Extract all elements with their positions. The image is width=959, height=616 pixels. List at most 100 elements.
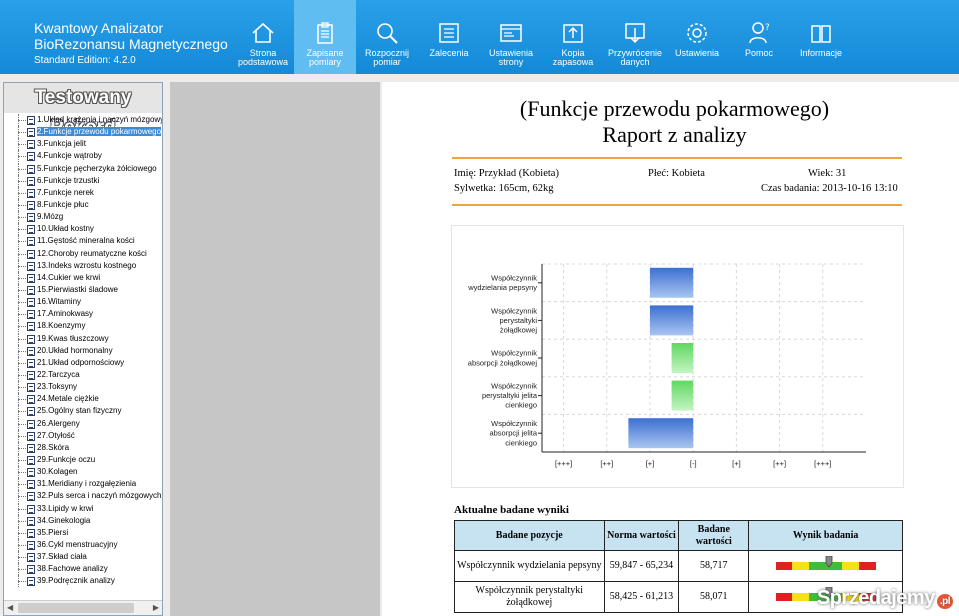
tree-item-label: 14.Cukier we krwi (37, 272, 101, 282)
tree-item[interactable]: 36.Cykl menstruacyjny (4, 538, 162, 551)
tree-item[interactable]: 19.Kwas tłuszczowy (4, 332, 162, 345)
tree-item-label: 20.Układ hormonalny (37, 345, 113, 355)
tree-item[interactable]: 16.Witaminy (4, 296, 162, 309)
nav-item-5[interactable]: Ustawienia strony (480, 0, 542, 74)
tree-connector (18, 459, 26, 461)
tree-item[interactable]: 10.Układ kostny (4, 223, 162, 236)
tree-item[interactable]: 12.Choroby reumatyczne kości (4, 247, 162, 260)
nav-item-4[interactable]: Zalecenia (418, 0, 480, 74)
tree-item[interactable]: 35.Piersi (4, 526, 162, 539)
clipboard-icon (317, 22, 333, 44)
category-label: Współczynnik absorpcji jelita cienkiego (489, 419, 537, 447)
row-result (748, 550, 903, 582)
document-icon (27, 504, 35, 514)
category-label: Współczynnik perystaltyki żołądkowej (491, 306, 537, 334)
document-icon (27, 443, 35, 453)
tree-connector (18, 362, 26, 364)
tree-item-label: 13.Indeks wzrostu kostnego (37, 260, 137, 270)
tree-item[interactable]: 5.Funkcje pęcherzyka żółciowego (4, 162, 162, 175)
tree-item[interactable]: 39.Podręcznik analizy (4, 575, 162, 588)
sidebar-horizontal-scrollbar[interactable]: ◀ ▶ (4, 600, 162, 615)
nav-item-2[interactable]: Zapisane pomiary (294, 0, 356, 74)
scroll-left-icon[interactable]: ◀ (7, 603, 13, 612)
tree-item[interactable]: 37.Skład ciała (4, 551, 162, 564)
tree-item-label: 33.Lipidy w krwi (37, 503, 94, 513)
tree-item[interactable]: 25.Ogólny stan fizyczny (4, 405, 162, 418)
chart-bar (671, 380, 694, 411)
tree-item[interactable]: 22.Tarczyca (4, 368, 162, 381)
tree-item-label: 5.Funkcje pęcherzyka żółciowego (37, 163, 157, 173)
tree-item[interactable]: 28.Skóra (4, 441, 162, 454)
patient-age: Wiek: 31 (808, 168, 847, 179)
column-header: Badane pozycje (454, 520, 605, 551)
tree-connector (18, 192, 26, 194)
brand-line2: BioRezonansu Magnetycznego (34, 36, 228, 52)
nav-item-label: Informacje (799, 48, 843, 58)
tree-item-label: 39.Podręcznik analizy (37, 576, 115, 586)
nav-item-label: Ustawienia (674, 48, 720, 58)
document-icon (27, 200, 35, 210)
tree-item-label: 4.Funkcje wątroby (37, 151, 102, 161)
tree-item[interactable]: 24.Metale ciężkie (4, 393, 162, 406)
row-value: 58,071 (678, 581, 750, 613)
tree-item[interactable]: 1.Układ krążenia i naczyń mózgowych (4, 114, 162, 126)
tree-connector (18, 302, 26, 304)
tree-item[interactable]: 6.Funkcje trzustki (4, 174, 162, 187)
document-icon (27, 298, 35, 308)
tree-item[interactable]: 11.Gęstość mineralna kości (4, 235, 162, 248)
nav-item-9[interactable]: ? Pomoc (728, 0, 790, 74)
scroll-right-icon[interactable]: ▶ (153, 603, 159, 612)
tree-item[interactable]: 17.Aminokwasy (4, 308, 162, 321)
tree-item[interactable]: 7.Funkcje nerek (4, 186, 162, 199)
nav-item-6[interactable]: Kopia zapasowa (542, 0, 604, 74)
tree-item[interactable]: 20.Układ hormonalny (4, 344, 162, 357)
document-icon (27, 516, 35, 526)
patient-name: Imię: Przykład (Kobieta) (454, 168, 559, 179)
document-icon (27, 528, 35, 538)
tree-connector (18, 338, 26, 340)
tree-item[interactable]: 23.Toksyny (4, 381, 162, 394)
scroll-thumb[interactable] (18, 603, 134, 613)
tree-item[interactable]: 2.Funkcje przewodu pokarmowego (4, 126, 162, 139)
tree-item[interactable]: 32.Puls serca i naczyń mózgowych (4, 490, 162, 503)
tree-item[interactable]: 8.Funkcje płuc (4, 198, 162, 211)
tree-connector (18, 253, 26, 255)
nav-item-3[interactable]: Rozpocznij pomiar (356, 0, 418, 74)
document-icon (27, 140, 35, 150)
nav-item-1[interactable]: Strona podstawowa (232, 0, 294, 74)
tree-item-label: 24.Metale ciężkie (37, 394, 99, 404)
tree-item-label: 22.Tarczyca (37, 369, 80, 379)
tree-item[interactable]: 38.Fachowe analizy (4, 563, 162, 576)
document-icon (27, 395, 35, 405)
svg-text:?: ? (765, 23, 770, 33)
tree-item-label: 7.Funkcje nerek (37, 187, 94, 197)
tree-item[interactable]: 13.Indeks wzrostu kostnego (4, 259, 162, 272)
tree-item[interactable]: 14.Cukier we krwi (4, 271, 162, 284)
document-icon (27, 273, 35, 283)
record-tree[interactable]: 1.Układ krążenia i naczyń mózgowych 2.Fun… (4, 114, 162, 592)
book-icon (811, 25, 831, 43)
tree-item[interactable]: 33.Lipidy w krwi (4, 502, 162, 515)
tree-item[interactable]: 27.Otyłość (4, 429, 162, 442)
tree-item-label: 15.Pierwiastki śladowe (37, 284, 118, 294)
tree-item[interactable]: 34.Ginekologia (4, 514, 162, 527)
tree-item[interactable]: 18.Koenzymy (4, 320, 162, 333)
nav-item-10[interactable]: Informacje (790, 0, 852, 74)
tree-item[interactable]: 15.Pierwiastki śladowe (4, 283, 162, 296)
tree-item[interactable]: 9.Mózg (4, 211, 162, 224)
tree-item[interactable]: 21.Układ odpornościowy (4, 356, 162, 369)
tree-connector (18, 581, 26, 583)
document-icon (27, 176, 35, 186)
nav-item-8[interactable]: Ustawienia (666, 0, 728, 74)
tree-item[interactable]: 30.Kolagen (4, 466, 162, 479)
document-icon (27, 383, 35, 393)
tree-item[interactable]: 26.Alergeny (4, 417, 162, 430)
tree-connector (18, 350, 26, 352)
document-icon (27, 577, 35, 587)
nav-item-7[interactable]: Przywrócenie danych (604, 0, 666, 74)
tree-item[interactable]: 29.Funkcje oczu (4, 453, 162, 466)
tree-item[interactable]: 4.Funkcje wątroby (4, 150, 162, 163)
tree-item[interactable]: 3.Funkcja jelit (4, 138, 162, 151)
tree-item[interactable]: 31.Meridiany i rozgałęzienia (4, 478, 162, 491)
gear-icon (687, 23, 707, 43)
